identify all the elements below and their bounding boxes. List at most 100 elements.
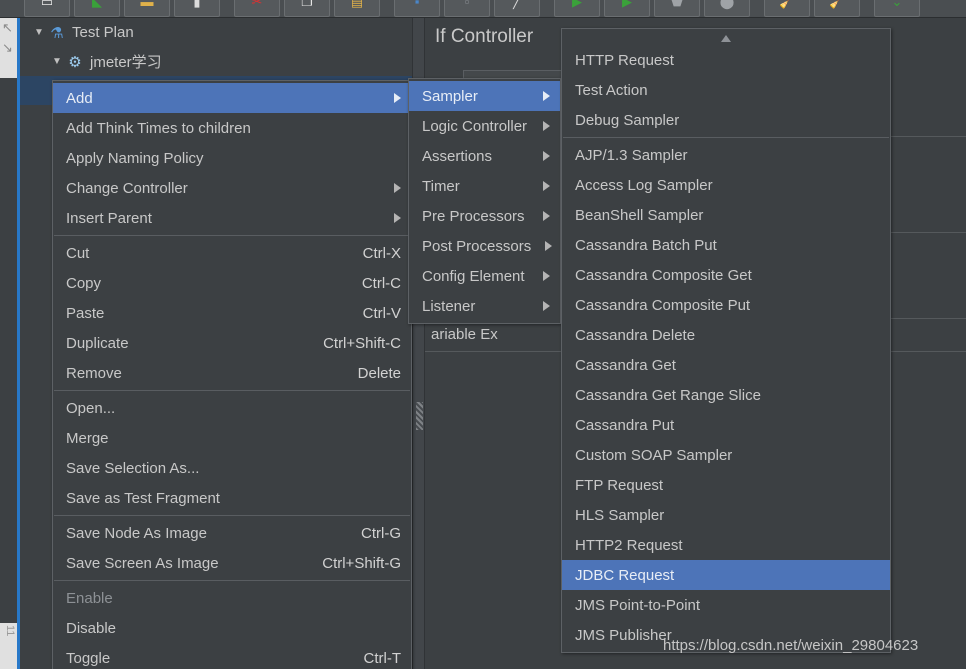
sampler-cassandra-get-range-slice[interactable]: Cassandra Get Range Slice — [562, 380, 890, 410]
sampler-jms-point-to-point[interactable]: JMS Point-to-Point — [562, 590, 890, 620]
menu-item-label: Enable — [66, 589, 113, 607]
collapse-arrow-icon[interactable]: ↖ — [2, 20, 13, 36]
twisty-icon[interactable]: ▼ — [34, 27, 48, 38]
menu-item-insert-parent[interactable]: Insert Parent — [53, 203, 411, 233]
menu-item-shortcut: Ctrl-V — [362, 304, 401, 322]
menu-item-disable[interactable]: Disable — [53, 613, 411, 643]
sampler-cassandra-put[interactable]: Cassandra Put — [562, 410, 890, 440]
menu-item-label: Cassandra Composite Put — [575, 296, 751, 314]
collapse-icon: ▫ — [464, 0, 470, 9]
shutdown-icon: ⬤ — [719, 0, 735, 9]
sampler-cassandra-composite-get[interactable]: Cassandra Composite Get — [562, 260, 890, 290]
menu-item-paste[interactable]: Paste Ctrl-V — [53, 298, 411, 328]
menu-item-save-node-as-image[interactable]: Save Node As Image Ctrl-G — [53, 518, 411, 548]
category-logic-controller[interactable]: Logic Controller — [409, 111, 560, 141]
toolbar-start-icon[interactable]: ▶ — [554, 0, 600, 17]
category-listener[interactable]: Listener — [409, 291, 560, 321]
toolbar-shutdown-icon[interactable]: ⬤ — [704, 0, 750, 17]
clear-icon: 🧹 — [779, 0, 796, 9]
sampler-test-action[interactable]: Test Action — [562, 75, 890, 105]
context-menu[interactable]: Add Add Think Times to children Apply Nami… — [52, 80, 412, 669]
submenu-arrow-icon — [394, 183, 401, 193]
sampler-http-request[interactable]: HTTP Request — [562, 45, 890, 75]
menu-item-change-controller[interactable]: Change Controller — [53, 173, 411, 203]
sampler-cassandra-delete[interactable]: Cassandra Delete — [562, 320, 890, 350]
menu-item-label: Save as Test Fragment — [66, 489, 220, 507]
paste-icon: ▤ — [350, 0, 364, 9]
toggle-icon: ╱ — [513, 0, 521, 9]
toolbar-copy-icon[interactable]: ❐ — [284, 0, 330, 17]
menu-item-add-think-times-to-children[interactable]: Add Think Times to children — [53, 113, 411, 143]
twisty-icon[interactable]: ▼ — [52, 56, 66, 67]
menu-item-apply-naming-policy[interactable]: Apply Naming Policy — [53, 143, 411, 173]
sampler-custom-soap-sampler[interactable]: Custom SOAP Sampler — [562, 440, 890, 470]
expand-arrow-icon[interactable]: ↘ — [2, 40, 13, 56]
menu-item-label: Paste — [66, 304, 105, 322]
toolbar-collapse-icon[interactable]: ▫ — [444, 0, 490, 17]
menu-item-label: Save Selection As... — [66, 459, 200, 477]
add-submenu[interactable]: Sampler Logic Controller Assertions Timer Pr… — [408, 78, 561, 324]
menu-item-label: Custom SOAP Sampler — [575, 446, 733, 464]
toolbar-toggle-icon[interactable]: ╱ — [494, 0, 540, 17]
menu-item-enable[interactable]: Enable — [53, 583, 411, 613]
toolbar-save-icon[interactable]: ▮ — [174, 0, 220, 17]
toolbar-clear-all-icon[interactable]: 🧹 — [814, 0, 860, 17]
menu-item-label: Cassandra Delete — [575, 326, 696, 344]
tree-node-1[interactable]: ▼ ⚙ jmeter学习 — [20, 47, 412, 76]
toolbar-search-icon[interactable]: ⌄ — [874, 0, 920, 17]
sampler-cassandra-composite-put[interactable]: Cassandra Composite Put — [562, 290, 890, 320]
sampler-ajp-1-3-sampler[interactable]: AJP/1.3 Sampler — [562, 140, 890, 170]
menu-item-label: Cut — [66, 244, 90, 262]
toolbar-stop-icon[interactable]: ⬟ — [654, 0, 700, 17]
sampler-beanshell-sampler[interactable]: BeanShell Sampler — [562, 200, 890, 230]
submenu-arrow-icon — [543, 301, 550, 311]
sampler-debug-sampler[interactable]: Debug Sampler — [562, 105, 890, 135]
toolbar-cut-icon[interactable]: ✂ — [234, 0, 280, 17]
category-timer[interactable]: Timer — [409, 171, 560, 201]
submenu-arrow-icon — [545, 241, 553, 251]
sampler-access-log-sampler[interactable]: Access Log Sampler — [562, 170, 890, 200]
sampler-jdbc-request[interactable]: JDBC Request — [562, 560, 890, 590]
toolbar: ▭ ◣ ▬ ▮ ✂ ❐ ▤ ▪ ▫ ╱ ▶ ▶ ⬟ ⬤ 🧹 🧹 ⌄ — [0, 0, 966, 18]
menu-item-save-screen-as-image[interactable]: Save Screen As Image Ctrl+Shift-G — [53, 548, 411, 578]
new-icon: ▭ — [40, 0, 54, 9]
toolbar-paste-icon[interactable]: ▤ — [334, 0, 380, 17]
category-assertions[interactable]: Assertions — [409, 141, 560, 171]
toolbar-start-no-pauses-icon[interactable]: ▶ — [604, 0, 650, 17]
sampler-ftp-request[interactable]: FTP Request — [562, 470, 890, 500]
splitter-grip[interactable] — [416, 402, 423, 430]
menu-item-add[interactable]: Add — [53, 83, 411, 113]
menu-item-label: JDBC Request — [575, 566, 675, 584]
toolbar-open-icon[interactable]: ▬ — [124, 0, 170, 17]
menu-item-remove[interactable]: Remove Delete — [53, 358, 411, 388]
tree-node-0[interactable]: ▼ ⚗ Test Plan — [20, 18, 412, 47]
menu-item-toggle[interactable]: Toggle Ctrl-T — [53, 643, 411, 669]
menu-item-label: Sampler — [422, 87, 478, 105]
toolbar-expand-icon[interactable]: ▪ — [394, 0, 440, 17]
toolbar-new-icon[interactable]: ▭ — [24, 0, 70, 17]
category-config-element[interactable]: Config Element — [409, 261, 560, 291]
menu-item-open[interactable]: Open... — [53, 393, 411, 423]
menu-item-duplicate[interactable]: Duplicate Ctrl+Shift-C — [53, 328, 411, 358]
menu-item-label: Listener — [422, 297, 476, 315]
category-pre-processors[interactable]: Pre Processors — [409, 201, 560, 231]
menu-item-copy[interactable]: Copy Ctrl-C — [53, 268, 411, 298]
toolbar-templates-icon[interactable]: ◣ — [74, 0, 120, 17]
open-icon: ▬ — [140, 0, 154, 9]
category-sampler[interactable]: Sampler — [409, 81, 560, 111]
menu-item-label: Copy — [66, 274, 102, 292]
sampler-cassandra-batch-put[interactable]: Cassandra Batch Put — [562, 230, 890, 260]
scroll-up-icon[interactable] — [562, 31, 890, 45]
tree-node-label: jmeter学习 — [90, 54, 162, 71]
toolbar-clear-icon[interactable]: 🧹 — [764, 0, 810, 17]
sampler-submenu[interactable]: HTTP Request Test Action Debug Sampler AJP/… — [561, 28, 891, 653]
menu-item-save-as-test-fragment[interactable]: Save as Test Fragment — [53, 483, 411, 513]
menu-item-merge[interactable]: Merge — [53, 423, 411, 453]
menu-item-cut[interactable]: Cut Ctrl-X — [53, 238, 411, 268]
submenu-arrow-icon — [543, 271, 550, 281]
sampler-cassandra-get[interactable]: Cassandra Get — [562, 350, 890, 380]
menu-item-save-selection-as[interactable]: Save Selection As... — [53, 453, 411, 483]
sampler-hls-sampler[interactable]: HLS Sampler — [562, 500, 890, 530]
category-post-processors[interactable]: Post Processors — [409, 231, 560, 261]
sampler-http2-request[interactable]: HTTP2 Request — [562, 530, 890, 560]
